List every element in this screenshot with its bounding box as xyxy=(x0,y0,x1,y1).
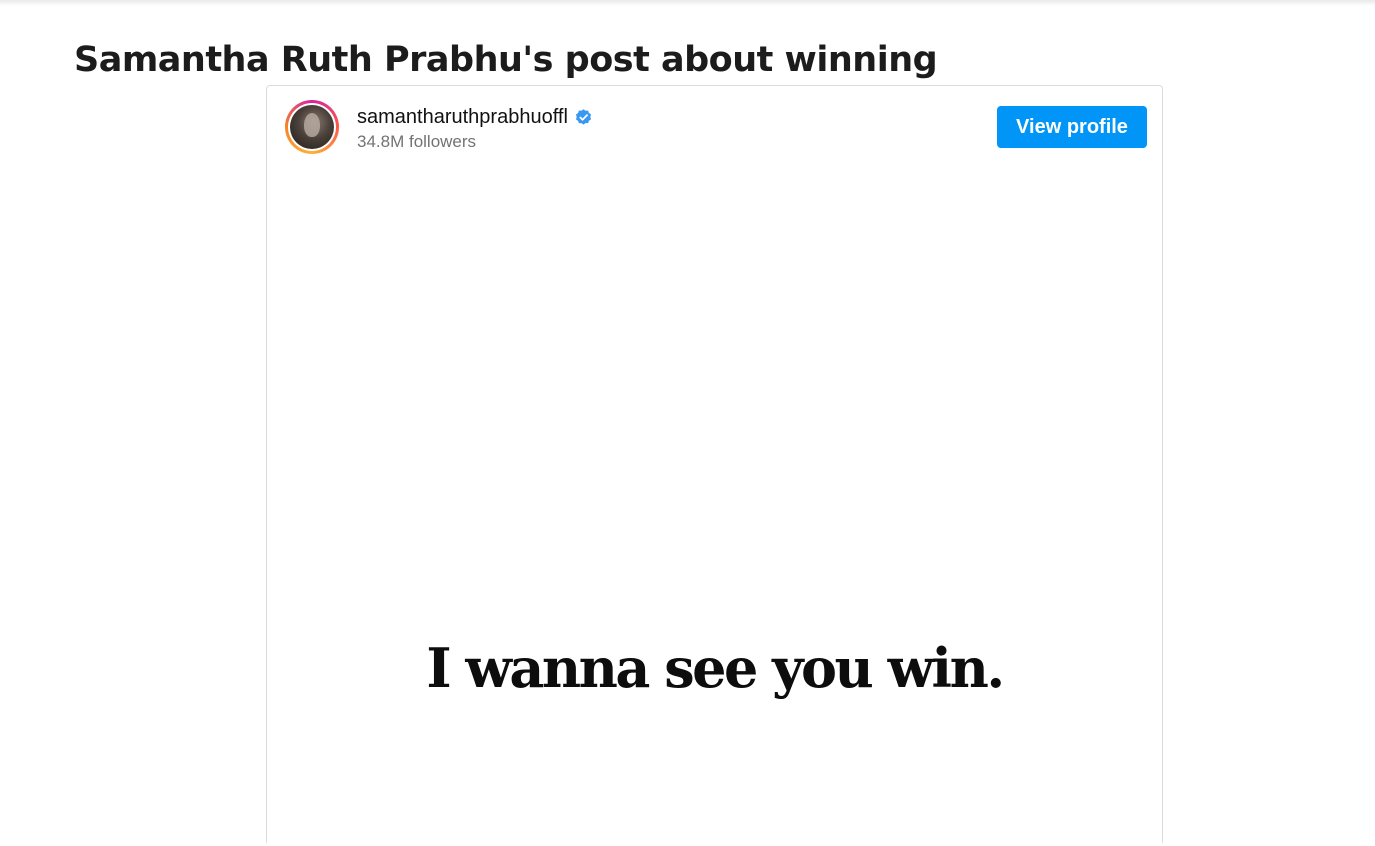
username-row: samantharuthprabhuoffl xyxy=(357,106,593,129)
post-image-text: I wanna see you win. xyxy=(426,636,1005,700)
avatar-image xyxy=(290,105,334,149)
post-image[interactable]: I wanna see you win. xyxy=(267,172,1162,846)
username-link[interactable]: samantharuthprabhuoffl xyxy=(357,106,568,129)
avatar-border xyxy=(288,103,336,151)
verified-badge-icon xyxy=(575,109,591,125)
view-profile-button[interactable]: View profile xyxy=(997,106,1147,148)
follower-count: 34.8M followers xyxy=(357,132,477,151)
article-title: Samantha Ruth Prabhu's post about winnin… xyxy=(74,40,938,80)
top-bar-shadow xyxy=(0,0,1375,6)
instagram-embed: samantharuthprabhuoffl 34.8M followers V… xyxy=(266,85,1163,846)
embed-header: samantharuthprabhuoffl 34.8M followers V… xyxy=(267,86,1162,172)
avatar[interactable] xyxy=(285,100,339,154)
